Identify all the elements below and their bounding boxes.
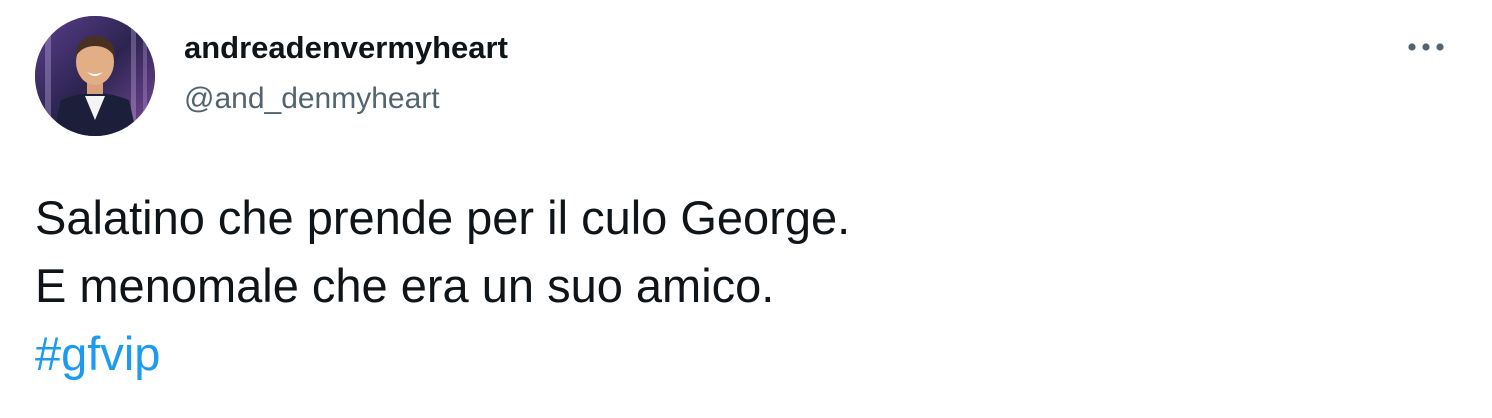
avatar[interactable] (35, 16, 155, 136)
tweet-text-line: E menomale che era un suo amico. (35, 259, 775, 312)
more-horizontal-icon (1408, 43, 1444, 51)
user-handle[interactable]: @and_denmyheart (184, 79, 440, 119)
hashtag-link[interactable]: #gfvip (35, 320, 850, 388)
avatar-image (35, 16, 155, 136)
more-options-button[interactable] (1404, 32, 1448, 62)
tweet-card: andreadenvermyheart @and_denmyheart Sala… (0, 0, 1492, 418)
display-name[interactable]: andreadenvermyheart (184, 28, 508, 68)
tweet-text: Salatino che prende per il culo George. … (35, 184, 850, 388)
tweet-text-line: Salatino che prende per il culo George. (35, 191, 851, 244)
